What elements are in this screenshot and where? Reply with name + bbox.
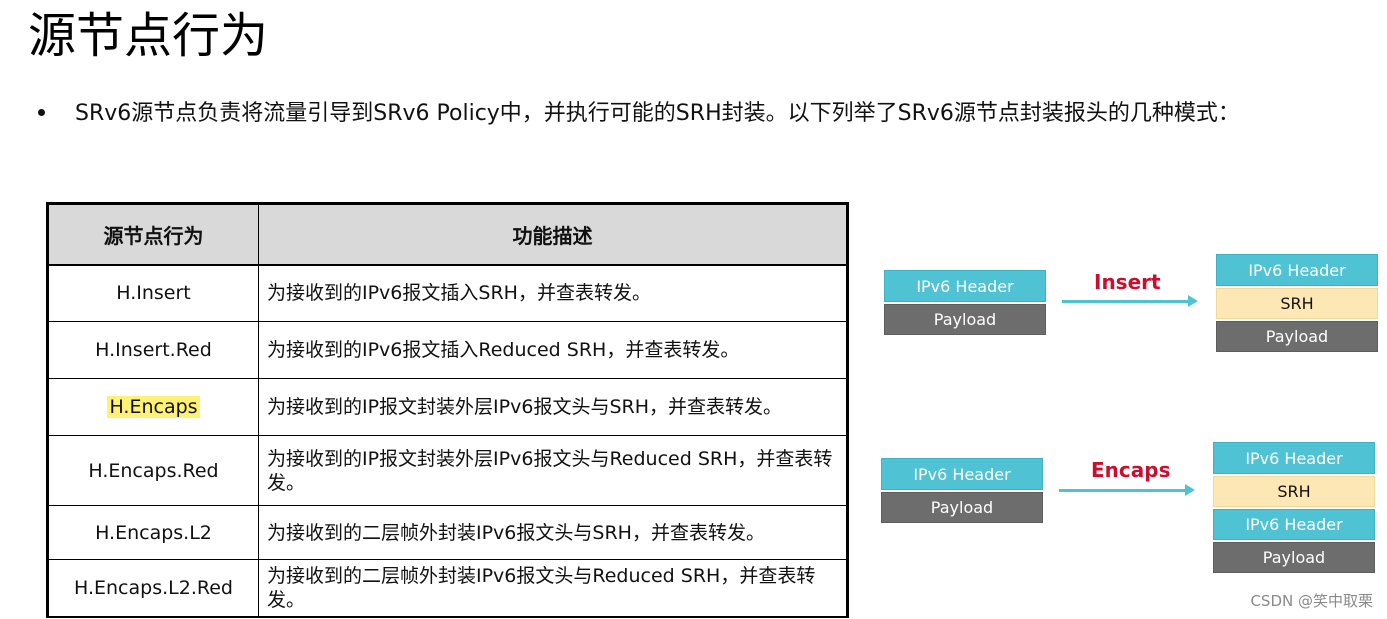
highlighted-behavior: H.Encaps [107, 396, 200, 418]
table-row: H.Encaps.L2 为接收到的二层帧外封装IPv6报文头与SRH，并查表转发… [48, 505, 847, 560]
insert-before-payload: Payload [884, 304, 1046, 335]
behavior-cell: H.Encaps.L2 [48, 505, 259, 560]
description-cell: 为接收到的IP报文封装外层IPv6报文头与Reduced SRH，并查表转发。 [258, 435, 847, 506]
behavior-cell: H.Insert.Red [48, 321, 259, 379]
behavior-table: 源节点行为 功能描述 H.Insert 为接收到的IPv6报文插入SRH，并查表… [46, 202, 849, 618]
table-row: H.Encaps.L2.Red 为接收到的二层帧外封装IPv6报文头与Reduc… [48, 559, 847, 617]
watermark: CSDN @笑中取栗 [1250, 592, 1373, 610]
insert-after-ipv6-header: IPv6 Header [1216, 254, 1378, 286]
description-cell: 为接收到的IPv6报文插入SRH，并查表转发。 [258, 264, 847, 322]
encaps-arrow-icon [1059, 484, 1195, 496]
table-row: H.Insert 为接收到的IPv6报文插入SRH，并查表转发。 [48, 264, 847, 322]
encaps-after-srh: SRH [1213, 476, 1375, 507]
encaps-after-payload: Payload [1213, 542, 1375, 573]
insert-arrow-icon [1062, 295, 1198, 307]
description-cell: 为接收到的二层帧外封装IPv6报文头与SRH，并查表转发。 [258, 505, 847, 560]
encaps-before-ipv6-header: IPv6 Header [881, 458, 1043, 490]
bullet-point: SRv6源节点负责将流量引导到SRv6 Policy中，并执行可能的SRH封装。… [38, 98, 1240, 130]
bullet-dot-icon [38, 108, 45, 116]
header-description: 功能描述 [258, 204, 847, 266]
behavior-cell: H.Insert [48, 264, 259, 322]
behavior-cell: H.Encaps.Red [48, 435, 259, 506]
insert-after-payload: Payload [1216, 321, 1378, 352]
description-cell: 为接收到的IP报文封装外层IPv6报文头与SRH，并查表转发。 [258, 378, 847, 436]
page-title: 源节点行为 [28, 8, 269, 64]
insert-after-srh: SRH [1216, 288, 1378, 319]
header-behavior: 源节点行为 [48, 204, 259, 266]
description-cell: 为接收到的IPv6报文插入Reduced SRH，并查表转发。 [258, 321, 847, 379]
encaps-after-ipv6-header-outer: IPv6 Header [1213, 442, 1375, 474]
encaps-label: Encaps [1091, 458, 1171, 482]
insert-label: Insert [1094, 270, 1161, 294]
encaps-after-ipv6-header-inner: IPv6 Header [1213, 509, 1375, 540]
behavior-cell: H.Encaps [48, 378, 259, 436]
description-cell: 为接收到的二层帧外封装IPv6报文头与Reduced SRH，并查表转发。 [258, 559, 847, 617]
table-header-row: 源节点行为 功能描述 [48, 204, 847, 266]
table-row: H.Encaps 为接收到的IP报文封装外层IPv6报文头与SRH，并查表转发。 [48, 378, 847, 436]
table-row: H.Encaps.Red 为接收到的IP报文封装外层IPv6报文头与Reduce… [48, 435, 847, 506]
behavior-cell: H.Encaps.L2.Red [48, 559, 259, 617]
encaps-before-payload: Payload [881, 492, 1043, 523]
bullet-text: SRv6源节点负责将流量引导到SRv6 Policy中，并执行可能的SRH封装。… [75, 101, 1240, 126]
insert-before-ipv6-header: IPv6 Header [884, 270, 1046, 302]
table-row: H.Insert.Red 为接收到的IPv6报文插入Reduced SRH，并查… [48, 321, 847, 379]
